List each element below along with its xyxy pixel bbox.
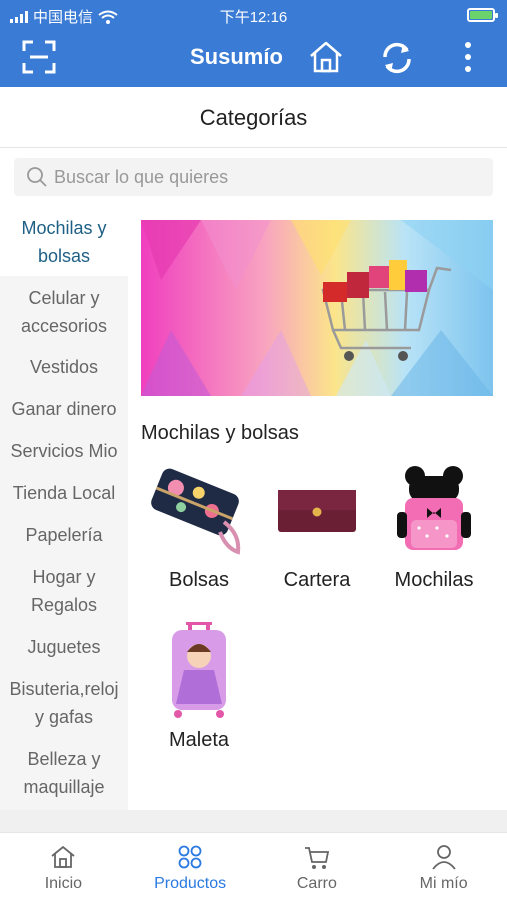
tab-label-inicio: Inicio	[44, 875, 83, 892]
cart-icon	[304, 847, 329, 869]
princess-suitcase-image	[172, 622, 226, 718]
tab-productos[interactable]: Productos	[127, 833, 254, 900]
product-label-mochilas: Mochilas	[394, 569, 474, 591]
section-title: Mochilas y bolsas	[141, 422, 299, 444]
nav-bar: Susumío	[0, 30, 507, 87]
sidebar-item-juguetes[interactable]: Juguetes	[0, 626, 128, 668]
sidebar-item-bisuteria[interactable]: Bisuteria,reloj y gafas	[0, 668, 128, 738]
product-label-cartera: Cartera	[283, 569, 351, 591]
more-options-icon[interactable]	[458, 39, 478, 75]
product-mochilas[interactable]: Mochilas	[375, 462, 493, 592]
user-icon	[431, 845, 456, 870]
product-label-maleta: Maleta	[168, 729, 230, 751]
tab-inicio[interactable]: Inicio	[0, 833, 127, 900]
floral-wallet-image	[151, 468, 241, 555]
sidebar-item-mochilas-y-bolsas[interactable]: Mochilas y bolsas	[0, 206, 128, 276]
content-divider	[0, 810, 507, 832]
status-bar: 中国电信 下午12:16	[0, 0, 507, 30]
category-content: Mochilas y bolsas Bolsas Cartera Mochila…	[128, 206, 507, 810]
sidebar-item-ganar-dinero[interactable]: Ganar dinero	[0, 388, 128, 430]
promo-banner[interactable]	[141, 220, 493, 396]
product-maleta[interactable]: Maleta	[140, 622, 258, 752]
sidebar-item-hogar-y-regalos[interactable]: Hogar y Regalos	[0, 556, 128, 626]
app-header: 中国电信 下午12:16 Susumío	[0, 0, 507, 87]
battery-icon	[467, 8, 498, 22]
search-bar: Buscar lo que quieres	[0, 148, 507, 206]
bottom-tab-bar: Inicio Productos Carro Mi mío	[0, 832, 507, 900]
category-sidebar: Mochilas y bolsas Celular y accesorios V…	[0, 206, 128, 810]
app-title: Susumío	[190, 44, 283, 69]
tab-label-productos: Productos	[154, 875, 227, 892]
home-icon[interactable]	[308, 39, 344, 75]
tab-carro[interactable]: Carro	[254, 833, 381, 900]
search-icon	[27, 167, 47, 187]
sidebar-item-belleza-y-maquillaje[interactable]: Belleza y maquillaje	[0, 738, 128, 808]
grid-icon	[178, 845, 202, 869]
product-label-bolsas: Bolsas	[168, 569, 230, 591]
page-title: Categorías	[0, 87, 507, 148]
search-input[interactable]: Buscar lo que quieres	[14, 158, 493, 196]
tab-label-carro: Carro	[296, 875, 337, 892]
sidebar-item-papeleria[interactable]: Papelería	[0, 514, 128, 556]
home-icon	[51, 845, 75, 868]
tab-mi-mio[interactable]: Mi mío	[380, 833, 507, 900]
sidebar-item-servicios-mio[interactable]: Servicios Mio	[0, 430, 128, 472]
search-placeholder: Buscar lo que quieres	[54, 167, 229, 187]
refresh-icon[interactable]	[378, 39, 416, 77]
scan-icon[interactable]	[22, 40, 56, 74]
sidebar-item-celular-y-accesorios[interactable]: Celular y accesorios	[0, 276, 128, 346]
sidebar-item-tienda-local[interactable]: Tienda Local	[0, 472, 128, 514]
status-time: 下午12:16	[219, 9, 288, 26]
maroon-clutch-image	[278, 490, 356, 532]
pink-backpack-image	[397, 466, 471, 550]
sidebar-item-vestidos[interactable]: Vestidos	[0, 346, 128, 388]
tab-label-mi-mio: Mi mío	[419, 875, 468, 892]
product-bolsas[interactable]: Bolsas	[140, 462, 258, 592]
shopping-cart-banner-image	[141, 220, 493, 396]
product-cartera[interactable]: Cartera	[258, 462, 376, 592]
